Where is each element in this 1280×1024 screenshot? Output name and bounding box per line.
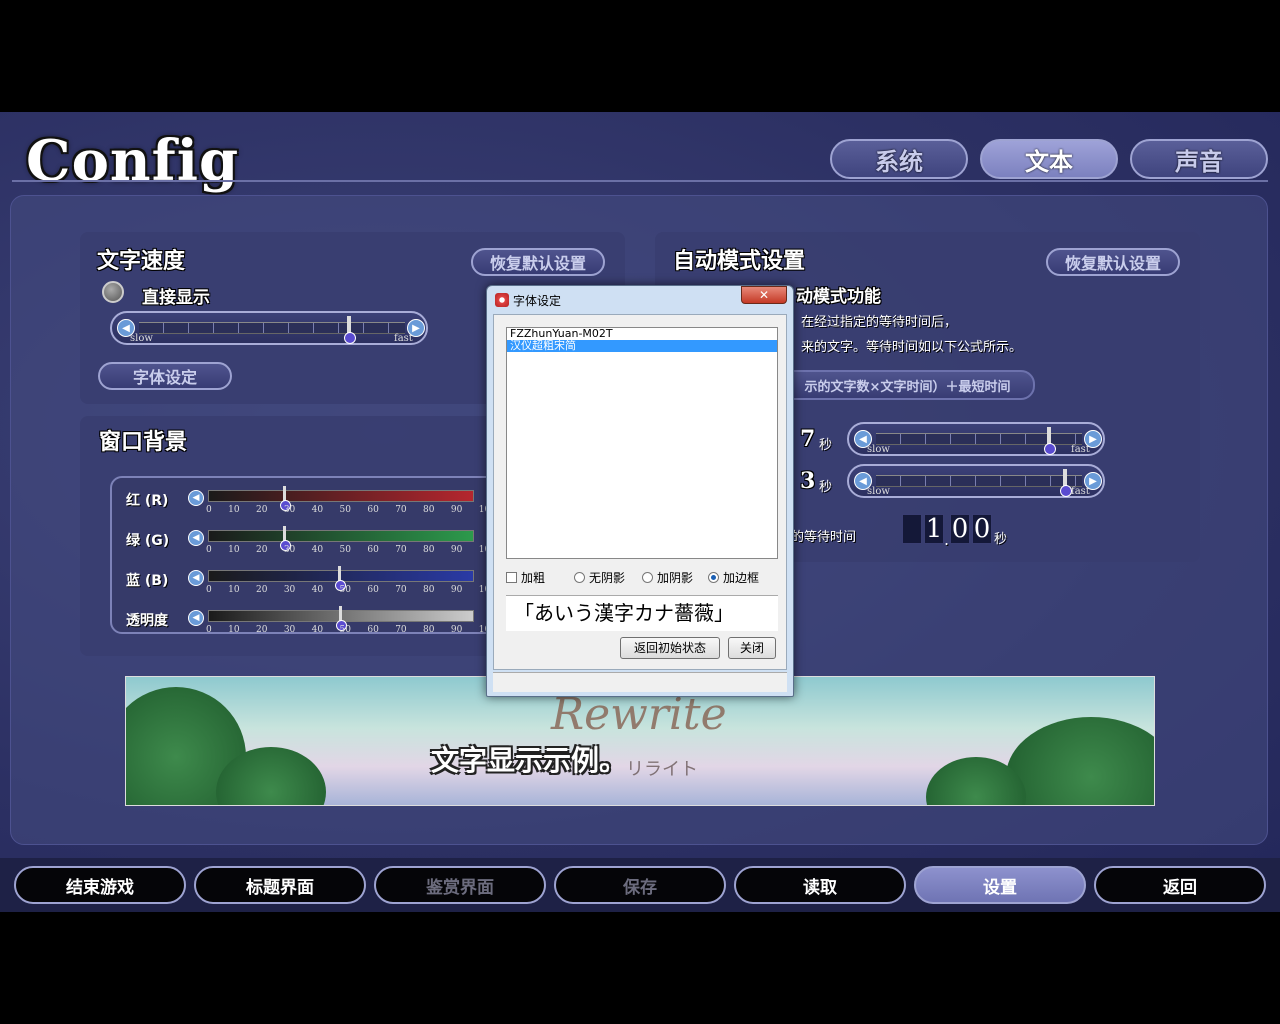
foliage-right: [1006, 717, 1154, 805]
min-time-track[interactable]: [876, 475, 1082, 487]
auto-mode-reset-button[interactable]: 恢复默认设置: [1046, 248, 1180, 276]
text-speed-reset-button[interactable]: 恢复默认设置: [471, 248, 605, 276]
title-screen-button[interactable]: 标题界面: [194, 866, 366, 904]
wait-digit-1: 1: [924, 514, 944, 544]
blue-left-arrow-icon[interactable]: ◀: [188, 570, 204, 586]
window-bg-sliders: 红 (R) ◀ 0102030405060708090100 绿 (G) ◀ 0…: [110, 476, 502, 635]
font-preview: 「あいう漢字カナ薔薇」: [506, 595, 778, 631]
red-slider-row[interactable]: 红 (R) ◀ 0102030405060708090100: [112, 482, 502, 522]
tab-text[interactable]: 文本: [980, 139, 1118, 179]
bold-option[interactable]: 加粗: [506, 569, 545, 586]
dialog-title: 字体设定: [513, 294, 562, 308]
load-button[interactable]: 读取: [734, 866, 906, 904]
min-time-unit: 秒: [819, 480, 833, 495]
window-bg-title: 窗口背景: [99, 430, 188, 455]
no-shadow-option[interactable]: 无阴影: [574, 569, 625, 586]
border-radio[interactable]: [708, 572, 719, 583]
char-time-fast-label: fast: [1071, 444, 1090, 455]
red-ticks: 0102030405060708090100: [206, 505, 496, 515]
slider-knob[interactable]: [344, 316, 356, 344]
font-settings-dialog: 字体设定 ✕ FZZhunYuan-M02T 汉仪超粗宋简 加粗 无阴影 加阴影…: [486, 285, 794, 697]
shadow-label: 加阴影: [657, 571, 694, 585]
tab-sound[interactable]: 声音: [1130, 139, 1268, 179]
shadow-option[interactable]: 加阴影: [642, 569, 693, 586]
alpha-slider-row[interactable]: 透明度 ◀ 0102030405060708090100: [112, 602, 502, 642]
blue-label: 蓝 (B): [126, 573, 169, 589]
min-time-slow-label: slow: [867, 486, 890, 497]
bold-checkbox[interactable]: [506, 572, 517, 583]
auto-mode-formula: 示的文字数×文字时间）＋最短时间: [780, 370, 1035, 400]
red-knob[interactable]: [280, 486, 291, 511]
save-button[interactable]: 保存: [554, 866, 726, 904]
alpha-knob[interactable]: [336, 606, 347, 631]
border-label: 加边框: [723, 571, 760, 585]
green-label: 绿 (G): [126, 533, 170, 549]
wait-time-label: 的等待时间: [791, 530, 857, 545]
char-time-unit: 秒: [819, 438, 833, 453]
header-divider: [12, 180, 1268, 182]
gallery-button[interactable]: 鉴赏界面: [374, 866, 546, 904]
no-shadow-radio[interactable]: [574, 572, 585, 583]
red-label: 红 (R): [126, 493, 169, 509]
app-icon: [495, 293, 509, 307]
page-title: Config: [26, 128, 240, 194]
config-tabs: 系统 文本 声音: [830, 139, 1268, 179]
font-list[interactable]: FZZhunYuan-M02T 汉仪超粗宋简: [506, 327, 778, 559]
char-time-value: 7: [800, 426, 816, 452]
reset-font-button[interactable]: 返回初始状态: [620, 637, 720, 659]
red-bar[interactable]: [208, 490, 474, 502]
green-bar[interactable]: [208, 530, 474, 542]
green-left-arrow-icon[interactable]: ◀: [188, 530, 204, 546]
auto-mode-desc-1: 在经过指定的等待时间后，: [801, 315, 958, 330]
char-time-slider[interactable]: ◀ ▶ slow fast: [847, 422, 1105, 456]
shadow-radio[interactable]: [642, 572, 653, 583]
min-time-fast-label: fast: [1071, 486, 1090, 497]
dialog-close-icon[interactable]: ✕: [741, 286, 787, 304]
blue-slider-row[interactable]: 蓝 (B) ◀ 0102030405060708090100: [112, 562, 502, 602]
auto-mode-feature-label: 动模式功能: [796, 287, 881, 307]
green-slider-row[interactable]: 绿 (G) ◀ 0102030405060708090100: [112, 522, 502, 562]
wait-unit: 秒: [994, 532, 1008, 547]
settings-button[interactable]: 设置: [914, 866, 1086, 904]
font-list-item-selected[interactable]: 汉仪超粗宋简: [507, 340, 777, 352]
alpha-label: 透明度: [126, 613, 168, 629]
blue-ticks: 0102030405060708090100: [206, 585, 496, 595]
instant-display-radio[interactable]: [102, 281, 124, 303]
back-button[interactable]: 返回: [1094, 866, 1266, 904]
alpha-ticks: 0102030405060708090100: [206, 625, 496, 635]
dialog-body: FZZhunYuan-M02T 汉仪超粗宋简 加粗 无阴影 加阴影 加边框 「あ…: [493, 314, 787, 670]
slider-slow-label: slow: [130, 333, 153, 344]
alpha-left-arrow-icon[interactable]: ◀: [188, 610, 204, 626]
wait-digit-3: 0: [972, 514, 992, 544]
exit-game-button[interactable]: 结束游戏: [14, 866, 186, 904]
auto-mode-title: 自动模式设置: [673, 249, 806, 274]
tab-system[interactable]: 系统: [830, 139, 968, 179]
sample-text: 文字显示示例。: [431, 744, 628, 777]
auto-mode-desc-2: 来的文字。等待时间如以下公式所示。: [801, 340, 1023, 355]
min-time-knob[interactable]: [1060, 469, 1072, 497]
no-shadow-label: 无阴影: [589, 571, 626, 585]
font-settings-button[interactable]: 字体设定: [98, 362, 232, 390]
red-left-arrow-icon[interactable]: ◀: [188, 490, 204, 506]
blue-knob[interactable]: [335, 566, 346, 591]
green-ticks: 0102030405060708090100: [206, 545, 496, 555]
min-time-slider[interactable]: ◀ ▶ slow fast: [847, 464, 1105, 498]
dialog-status-bar: [493, 672, 787, 692]
slider-track[interactable]: [139, 322, 405, 334]
green-knob[interactable]: [280, 526, 291, 551]
close-dialog-button[interactable]: 关闭: [728, 637, 776, 659]
wait-decimal-point: .: [944, 530, 950, 549]
instant-display-label: 直接显示: [142, 288, 210, 308]
char-time-slow-label: slow: [867, 444, 890, 455]
rewrite-logo-sub: リライト: [626, 759, 698, 780]
text-speed-title: 文字速度: [97, 249, 186, 274]
char-time-knob[interactable]: [1044, 427, 1056, 455]
min-time-value: 3: [800, 468, 816, 494]
wait-digit-2: 0: [950, 514, 970, 544]
slider-fast-label: fast: [394, 333, 413, 344]
bold-label: 加粗: [521, 571, 546, 585]
text-speed-slider[interactable]: ◀ ▶ slow fast: [110, 311, 428, 345]
wait-digit-blank: [902, 514, 922, 544]
border-option[interactable]: 加边框: [708, 569, 759, 586]
